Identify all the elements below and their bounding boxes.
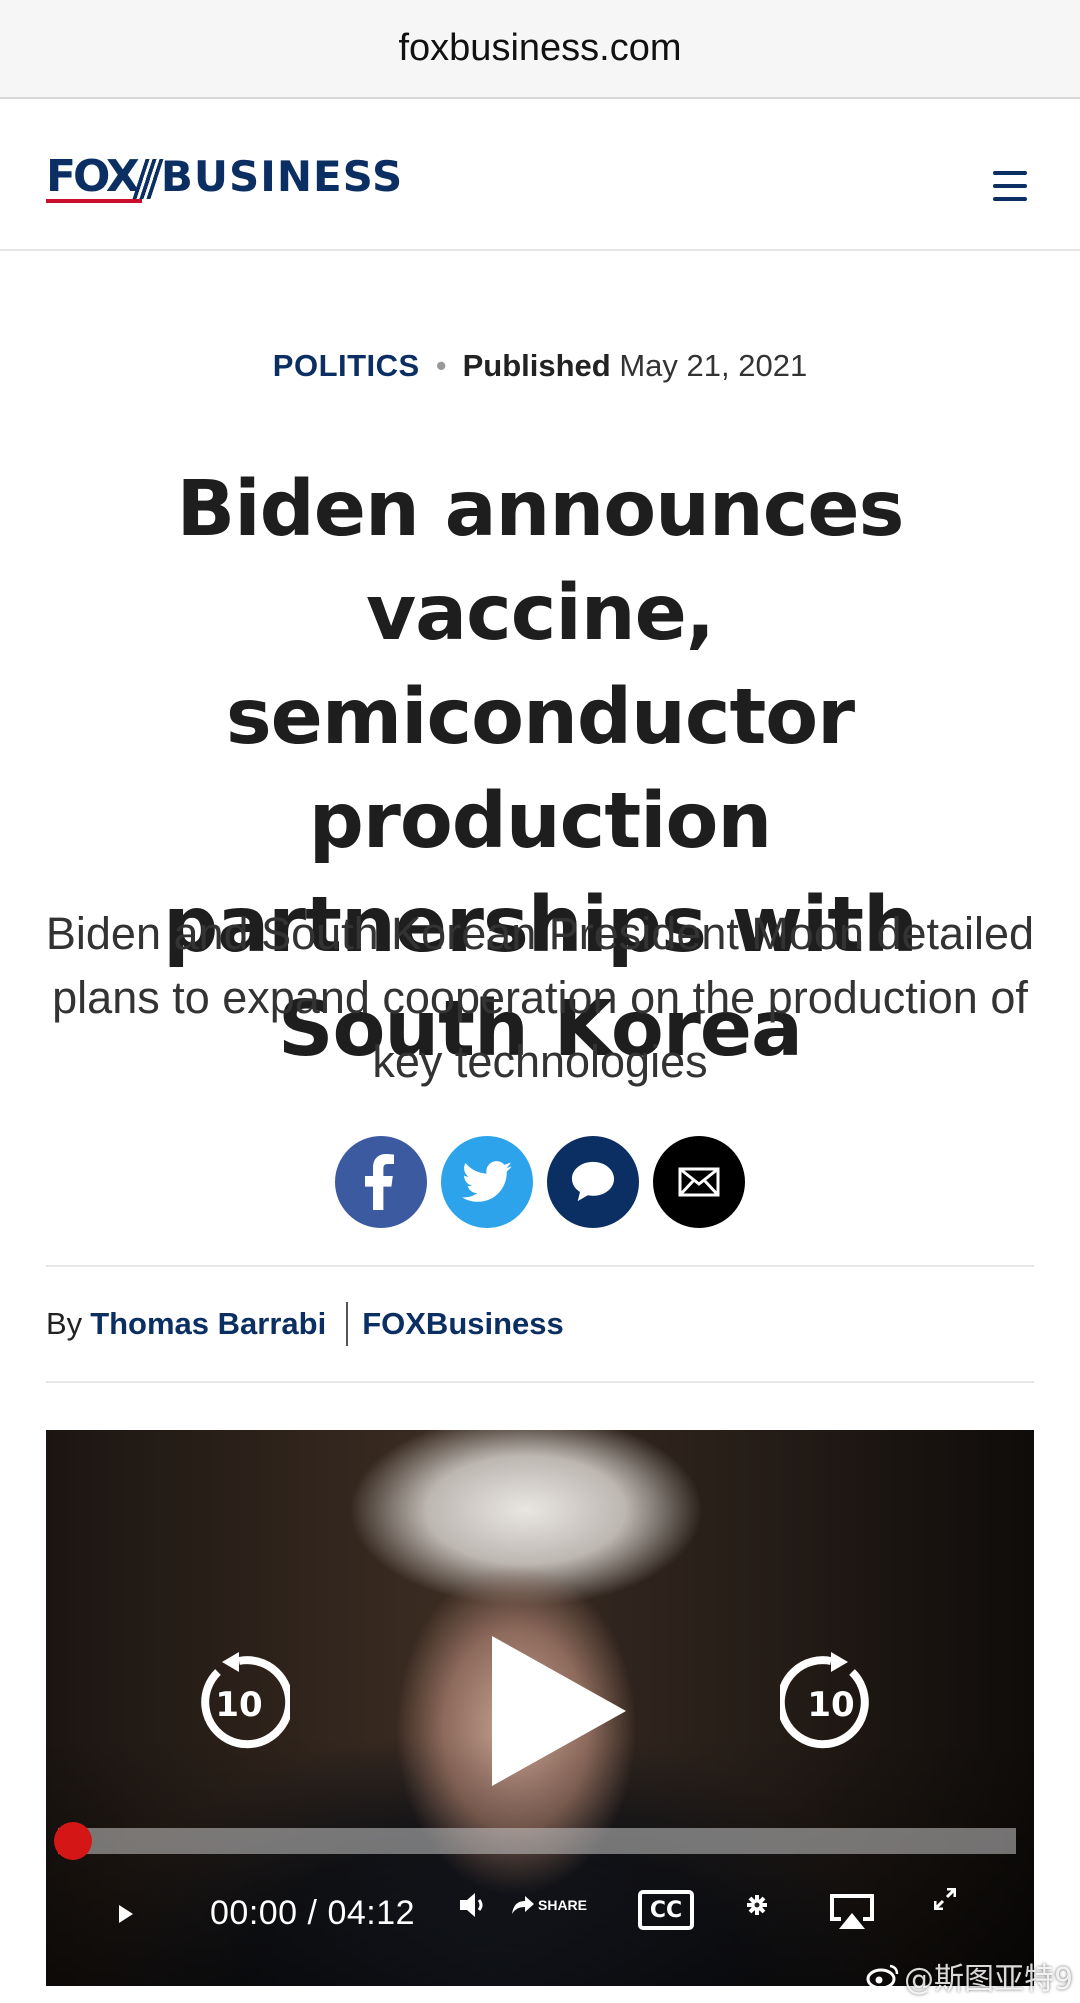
facebook-share-button[interactable] xyxy=(335,1136,427,1228)
facebook-icon xyxy=(365,1154,394,1210)
skip-forward-seconds: 10 xyxy=(807,1685,855,1725)
video-controls: 00:00 / 04:12 SHARE CC xyxy=(46,1870,1034,1960)
author-link[interactable]: Thomas Barrabi xyxy=(90,1306,326,1342)
category-link[interactable]: POLITICS xyxy=(273,348,420,383)
cc-icon: CC xyxy=(638,1890,694,1930)
article-meta: POLITICS • Published May 21, 2021 xyxy=(0,344,1080,388)
fox-business-logo[interactable]: FOX BUSINESS xyxy=(46,153,403,203)
play-icon xyxy=(119,1905,133,1923)
site-header: FOX BUSINESS xyxy=(0,101,1080,251)
twitter-icon xyxy=(462,1161,512,1202)
video-player[interactable]: 10 10 00:00 / 04:12 SHARE CC xyxy=(46,1430,1034,1986)
skip-forward-button[interactable]: 10 xyxy=(776,1652,882,1754)
expand-icon xyxy=(934,1888,956,1910)
published-label: Published xyxy=(462,348,611,383)
progress-knob[interactable] xyxy=(54,1822,92,1860)
byline: By Thomas Barrabi FOXBusiness xyxy=(46,1302,564,1346)
share-buttons xyxy=(0,1136,1080,1228)
skip-back-button[interactable]: 10 xyxy=(188,1652,294,1754)
airplay-icon xyxy=(830,1894,874,1929)
article-subheadline: Biden and South Korean President Moon de… xyxy=(45,908,1035,1087)
airplay-button[interactable] xyxy=(828,1892,876,1932)
logo-business-text: BUSINESS xyxy=(160,152,404,201)
hamburger-menu-icon[interactable] xyxy=(993,171,1027,201)
comments-button[interactable] xyxy=(547,1136,639,1228)
current-time: 00:00 xyxy=(210,1894,298,1932)
share-video-label: SHARE xyxy=(538,1897,588,1913)
time-display: 00:00 / 04:12 xyxy=(210,1894,415,1933)
volume-icon xyxy=(460,1893,483,1917)
share-arrow-icon xyxy=(512,1896,534,1914)
watermark-text: @斯图亚特9 xyxy=(904,1962,1074,1997)
divider-bottom xyxy=(46,1381,1034,1383)
published-date: May 21, 2021 xyxy=(619,348,808,383)
comment-icon xyxy=(571,1161,615,1202)
byline-separator xyxy=(346,1302,349,1346)
byline-by: By xyxy=(46,1306,83,1341)
big-play-button[interactable] xyxy=(492,1636,626,1786)
logo-fox-text: FOX xyxy=(46,151,142,203)
share-video-button[interactable]: SHARE xyxy=(512,1892,587,1918)
email-icon xyxy=(678,1167,720,1197)
weibo-watermark: @斯图亚特9 xyxy=(866,1954,1073,1998)
browser-url-bar[interactable]: foxbusiness.com xyxy=(0,0,1080,99)
gear-icon xyxy=(747,1895,767,1915)
fullscreen-button[interactable] xyxy=(932,1886,958,1912)
meta-dot: • xyxy=(435,348,447,383)
source-link[interactable]: FOXBusiness xyxy=(362,1306,564,1342)
weibo-icon xyxy=(866,1964,899,1990)
time-separator: / xyxy=(307,1894,318,1932)
volume-button[interactable] xyxy=(458,1890,492,1920)
closed-captions-button[interactable]: CC xyxy=(638,1890,694,1930)
divider-top xyxy=(46,1265,1034,1267)
duration: 04:12 xyxy=(327,1894,416,1932)
url-text[interactable]: foxbusiness.com xyxy=(398,27,681,70)
twitter-share-button[interactable] xyxy=(441,1136,533,1228)
play-button[interactable] xyxy=(116,1902,136,1926)
settings-button[interactable] xyxy=(744,1892,770,1918)
video-progress-bar[interactable] xyxy=(54,1822,1016,1860)
skip-back-seconds: 10 xyxy=(215,1685,263,1725)
email-share-button[interactable] xyxy=(653,1136,745,1228)
